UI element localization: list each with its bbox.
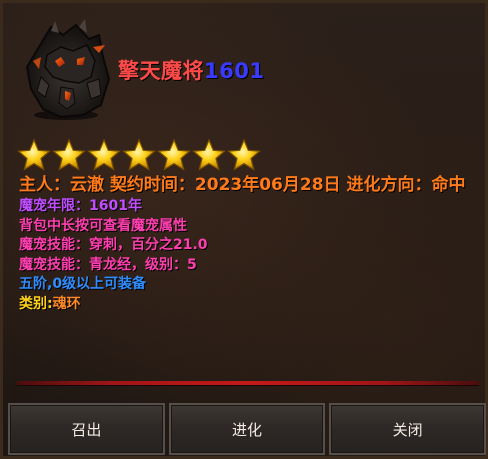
button-bar: 召出 进化 关闭 bbox=[6, 399, 488, 459]
star-icon bbox=[87, 138, 121, 171]
owner-contract-line: 主人：云澈 契约时间：2023年06月28日 进化方向：命中 bbox=[19, 175, 466, 195]
star-icon bbox=[192, 138, 226, 171]
category-label: 类别: bbox=[19, 295, 53, 312]
pet-info-panel: 擎天魔将1601 主人：云澈 契约时间：2023年06月28日 进化方向：命中 … bbox=[0, 0, 488, 459]
equip-requirement-line: 五阶,0级以上可装备 bbox=[19, 276, 147, 292]
star-icon bbox=[17, 138, 51, 171]
pet-info-text: 主人：云澈 契约时间：2023年06月28日 进化方向：命中 魔宠年限：1601… bbox=[19, 173, 474, 314]
close-button[interactable]: 关闭 bbox=[329, 403, 487, 455]
lifespan-line: 魔宠年限：1601年 bbox=[19, 198, 142, 214]
category-value: 魂环 bbox=[52, 295, 81, 312]
star-icon bbox=[157, 138, 191, 171]
pet-number-text: 1601 bbox=[204, 59, 265, 83]
star-icon bbox=[52, 138, 86, 171]
star-icon bbox=[122, 138, 156, 171]
hint-line: 背包中长按可查看魔宠属性 bbox=[19, 217, 187, 234]
pet-portrait bbox=[21, 17, 111, 122]
star-icon bbox=[227, 138, 261, 171]
skill-line-1: 魔宠技能：穿刺，百分之21.0 bbox=[19, 237, 208, 253]
skill-line-2: 魔宠技能：青龙经，级别：5 bbox=[19, 256, 197, 273]
pet-name-text: 擎天魔将 bbox=[118, 59, 204, 83]
category-line: 类别:魂环 bbox=[19, 295, 474, 315]
star-rating bbox=[17, 138, 261, 172]
divider bbox=[17, 381, 479, 385]
pet-name: 擎天魔将1601 bbox=[118, 55, 264, 85]
evolve-button[interactable]: 进化 bbox=[168, 403, 326, 455]
summon-button[interactable]: 召出 bbox=[8, 403, 165, 455]
